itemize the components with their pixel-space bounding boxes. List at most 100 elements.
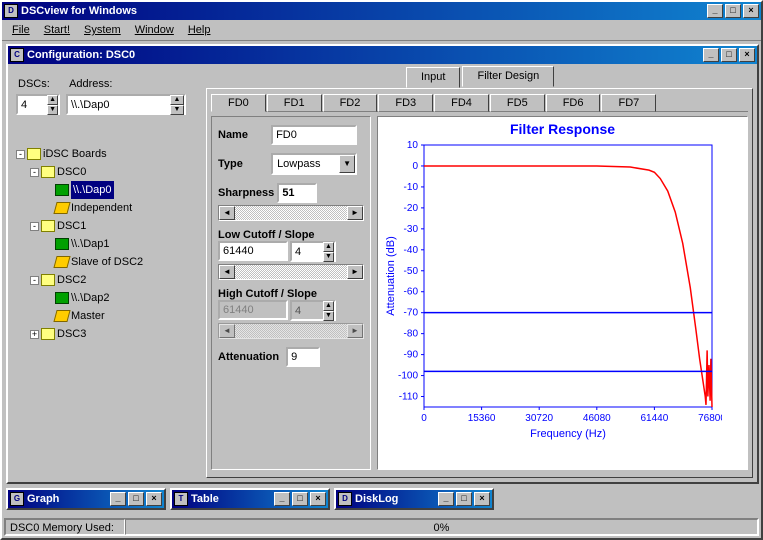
slider-left-icon[interactable]: ◄ <box>219 206 235 220</box>
tree-item[interactable]: Master <box>16 307 198 325</box>
low-cutoff-input[interactable] <box>218 241 288 261</box>
low-slope-up[interactable]: ▲ <box>323 242 334 252</box>
sharpness-input[interactable] <box>277 183 317 203</box>
address-spin-down[interactable]: ▼ <box>170 105 184 115</box>
table-icon: T <box>174 492 188 506</box>
subtab-fd6[interactable]: FD6 <box>546 94 601 112</box>
collapse-icon[interactable]: - <box>16 150 25 159</box>
tree-item[interactable]: - DSC2 <box>16 271 198 289</box>
address-label: Address: <box>69 78 112 90</box>
sharpness-slider[interactable]: ◄► <box>218 205 364 221</box>
subtab-fd5[interactable]: FD5 <box>490 94 545 112</box>
tree-label: DSC2 <box>57 271 86 289</box>
tree-item[interactable]: \\.\Dap1 <box>16 235 198 253</box>
svg-text:-60: -60 <box>404 287 419 298</box>
tree-item[interactable]: - DSC0 <box>16 163 198 181</box>
tree-item[interactable]: Independent <box>16 199 198 217</box>
slider-right-icon[interactable]: ► <box>347 206 363 220</box>
board-tree[interactable]: -iDSC Boards-DSC0\\.\Dap0Independent-DSC… <box>16 145 198 343</box>
svg-text:-90: -90 <box>404 350 419 361</box>
tree-label: DSC0 <box>57 163 86 181</box>
low-slope-input[interactable] <box>292 246 323 258</box>
type-value: Lowpass <box>273 158 339 170</box>
app-titlebar[interactable]: D DSCview for Windows _ □ × <box>2 2 761 20</box>
tree-label: \\.\Dap0 <box>71 181 114 199</box>
filter-design-panel: FD0FD1FD2FD3FD4FD5FD6FD7 Name Type Lowpa… <box>206 88 753 478</box>
dscs-input[interactable] <box>18 99 47 111</box>
mini-disklog-window[interactable]: DDiskLog_□× <box>334 488 494 510</box>
menu-window[interactable]: Window <box>129 22 180 38</box>
config-close-button[interactable]: × <box>739 48 755 62</box>
folder-icon <box>41 166 55 178</box>
filter-response-chart: 100-10-20-30-40-50-60-70-80-90-100-11001… <box>382 141 722 441</box>
subtab-fd7[interactable]: FD7 <box>601 94 656 112</box>
high-slope-field: ▲▼ <box>290 300 336 321</box>
high-cutoff-input <box>218 300 288 320</box>
left-pane: DSCs: Address: ▲ ▼ ▲ <box>12 68 202 478</box>
address-field[interactable]: ▲ ▼ <box>66 94 186 115</box>
dscs-field[interactable]: ▲ ▼ <box>16 94 60 115</box>
config-titlebar[interactable]: C Configuration: DSC0 _ □ × <box>8 46 757 64</box>
expand-icon[interactable]: + <box>30 330 39 339</box>
subtab-fd4[interactable]: FD4 <box>434 94 489 112</box>
low-cutoff-label: Low Cutoff / Slope <box>218 229 364 241</box>
svg-text:46080: 46080 <box>583 413 611 424</box>
tab-filter-design[interactable]: Filter Design <box>462 66 554 87</box>
collapse-icon[interactable]: - <box>30 222 39 231</box>
fd-subtabs: FD0FD1FD2FD3FD4FD5FD6FD7 <box>211 93 748 112</box>
menu-help[interactable]: Help <box>182 22 217 38</box>
board-icon <box>55 292 69 304</box>
address-input[interactable] <box>68 99 170 111</box>
subtab-fd3[interactable]: FD3 <box>378 94 433 112</box>
tree-item[interactable]: -DSC1 <box>16 217 198 235</box>
type-dropdown[interactable]: Lowpass ▼ <box>271 153 357 175</box>
svg-text:-10: -10 <box>404 182 419 193</box>
tree-item[interactable]: +DSC3 <box>16 325 198 343</box>
svg-text:0: 0 <box>412 161 418 172</box>
statusbar: DSC0 Memory Used: 0% <box>4 518 759 536</box>
menu-file[interactable]: File <box>6 22 36 38</box>
svg-text:15360: 15360 <box>468 413 496 424</box>
config-window: C Configuration: DSC0 _ □ × DSCs: Addres… <box>6 44 759 484</box>
high-slope-input <box>292 305 323 317</box>
menu-start[interactable]: Start! <box>38 22 76 38</box>
svg-text:-40: -40 <box>404 245 419 256</box>
svg-text:10: 10 <box>407 141 419 151</box>
board-icon <box>55 238 69 250</box>
mini-graph-window[interactable]: GGraph_□× <box>6 488 166 510</box>
collapse-icon[interactable]: - <box>30 276 39 285</box>
menu-system[interactable]: System <box>78 22 127 38</box>
tree-item[interactable]: Slave of DSC2 <box>16 253 198 271</box>
chart-panel: Filter Response 100-10-20-30-40-50-60-70… <box>377 116 748 470</box>
subtab-fd1[interactable]: FD1 <box>267 94 322 112</box>
collapse-icon[interactable]: - <box>30 168 39 177</box>
tree-item[interactable]: \\.\Dap0 <box>16 181 198 199</box>
menubar: File Start! System Window Help <box>2 20 761 41</box>
low-slope-down[interactable]: ▼ <box>323 252 334 262</box>
minimized-windows: GGraph_□× TTable_□× DDiskLog_□× <box>6 488 494 510</box>
app-icon: D <box>4 4 18 18</box>
tab-input[interactable]: Input <box>406 67 460 88</box>
config-minimize-button[interactable]: _ <box>703 48 719 62</box>
address-spin-up[interactable]: ▲ <box>170 95 184 105</box>
dscs-label: DSCs: <box>18 78 62 90</box>
subtab-fd0[interactable]: FD0 <box>211 94 266 112</box>
dscs-spin-down[interactable]: ▼ <box>47 105 58 115</box>
low-cutoff-slider[interactable]: ◄► <box>218 264 364 280</box>
tree-item[interactable]: \\.\Dap2 <box>16 289 198 307</box>
close-button[interactable]: × <box>743 4 759 18</box>
name-input[interactable] <box>271 125 357 145</box>
config-maximize-button[interactable]: □ <box>721 48 737 62</box>
svg-text:0: 0 <box>421 413 427 424</box>
low-slope-field[interactable]: ▲▼ <box>290 241 336 262</box>
minimize-button[interactable]: _ <box>707 4 723 18</box>
dscs-spin-up[interactable]: ▲ <box>47 95 58 105</box>
maximize-button[interactable]: □ <box>725 4 741 18</box>
chevron-down-icon[interactable]: ▼ <box>339 155 355 173</box>
attenuation-input[interactable] <box>286 347 320 367</box>
subtab-fd2[interactable]: FD2 <box>323 94 378 112</box>
mini-table-window[interactable]: TTable_□× <box>170 488 330 510</box>
svg-text:-80: -80 <box>404 329 419 340</box>
svg-text:-50: -50 <box>404 266 419 277</box>
tree-item[interactable]: -iDSC Boards <box>16 145 198 163</box>
